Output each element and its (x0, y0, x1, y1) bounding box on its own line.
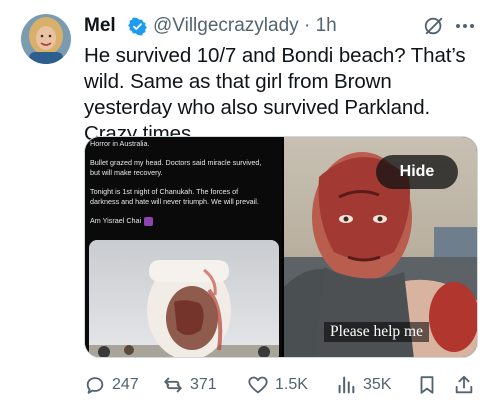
screenshot-signoff: Am Yisrael Chai (90, 216, 142, 225)
share-icon (455, 375, 473, 394)
views-count: 35K (363, 376, 392, 393)
purple-emoji-icon (144, 216, 154, 226)
screenshot-line: Tonight is 1st night of Chanukah. The fo… (90, 187, 239, 196)
heart-icon (248, 376, 268, 394)
bandaged-man-photo (89, 240, 279, 357)
bloodied-man-photo[interactable]: Hide Please help me (284, 137, 477, 357)
user-handle[interactable]: @Villgecrazylady (153, 15, 299, 36)
like-button[interactable]: 1.5K (247, 372, 308, 398)
more-dots-icon[interactable] (453, 16, 477, 36)
verified-badge-icon (128, 17, 147, 36)
image-caption: Please help me (324, 322, 429, 342)
bookmark-icon (420, 376, 434, 394)
grok-icon[interactable] (423, 15, 445, 37)
screenshot-line: Am Yisrael Chai (90, 216, 154, 226)
screenshot-line: Bullet grazed my head. Doctors said mira… (90, 158, 262, 167)
action-bar: 247 371 1.5K 35K (84, 372, 484, 398)
tweet-header: Mel @Villgecrazylady · 1h (84, 14, 480, 38)
reply-icon (86, 377, 104, 394)
reply-count: 247 (112, 376, 139, 393)
hide-media-button[interactable]: Hide (376, 155, 458, 189)
screenshot-line: but will make recovery. (90, 168, 163, 177)
views-button[interactable]: 35K (335, 372, 391, 398)
screenshot-line: darkness and hate will never triumph. We… (90, 197, 259, 206)
screenshot-line: Horror in Australia. (90, 139, 150, 148)
like-count: 1.5K (275, 376, 308, 393)
repost-count: 371 (190, 376, 217, 393)
handle-and-time[interactable]: @Villgecrazylady · 1h (153, 14, 337, 38)
avatar[interactable] (21, 14, 71, 64)
reply-button[interactable]: 247 (84, 372, 139, 398)
tweet-text: He survived 10/7 and Bondi beach? That’s… (84, 44, 466, 145)
display-name[interactable]: Mel (84, 14, 116, 38)
separator-dot: · (303, 15, 311, 36)
media-container[interactable]: Horror in Australia. Bullet grazed my he… (84, 136, 478, 358)
timestamp[interactable]: 1h (316, 15, 337, 36)
embedded-post-screenshot[interactable]: Horror in Australia. Bullet grazed my he… (85, 137, 282, 357)
bookmark-button[interactable] (416, 372, 438, 398)
share-button[interactable] (453, 372, 475, 398)
repost-icon (164, 377, 182, 393)
views-chart-icon (338, 376, 355, 394)
repost-button[interactable]: 371 (162, 372, 217, 398)
